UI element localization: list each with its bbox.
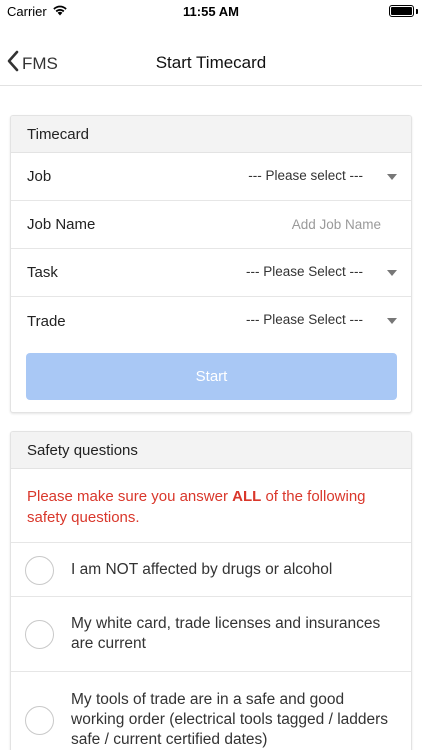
- safety-question-2[interactable]: My white card, trade licenses and insura…: [11, 597, 411, 672]
- job-select[interactable]: Job --- Please select ---: [11, 153, 411, 201]
- trade-label: Trade: [27, 312, 66, 330]
- timecard-header: Timecard: [11, 116, 411, 153]
- task-select[interactable]: Task --- Please Select ---: [11, 249, 411, 297]
- navigation-bar: FMS Start Timecard: [0, 40, 422, 86]
- safety-warning: Please make sure you answer ALL of the f…: [11, 469, 411, 543]
- status-bar: Carrier 11:55 AM: [0, 0, 422, 24]
- warning-text-bold: ALL: [232, 488, 262, 505]
- start-button[interactable]: Start: [26, 353, 397, 400]
- battery-tip: [416, 9, 418, 14]
- job-value: --- Please select ---: [248, 168, 363, 183]
- safety-question-1[interactable]: I am NOT affected by drugs or alcohol: [11, 543, 411, 597]
- caret-down-icon: [387, 270, 397, 276]
- trade-select[interactable]: Trade --- Please Select ---: [11, 297, 411, 345]
- safety-questions-card: Safety questions Please make sure you an…: [10, 431, 412, 750]
- caret-down-icon: [387, 318, 397, 324]
- safety-question-3[interactable]: My tools of trade are in a safe and good…: [11, 672, 411, 750]
- task-value: --- Please Select ---: [245, 264, 363, 279]
- warning-text-start: Please make sure you answer: [27, 488, 233, 505]
- safety-header: Safety questions: [11, 432, 411, 469]
- back-label: FMS: [22, 53, 58, 73]
- timecard-card: Timecard Job --- Please select --- Job N…: [10, 115, 412, 413]
- safety-question-text: I am NOT affected by drugs or alcohol: [71, 560, 333, 578]
- job-label: Job: [27, 168, 52, 185]
- chevron-left-icon: [6, 50, 22, 77]
- radio-button[interactable]: [25, 555, 54, 585]
- safety-question-text: My white card, trade licenses and insura…: [71, 615, 381, 652]
- job-name-label: Job Name: [27, 216, 96, 233]
- status-time: 11:55 AM: [183, 4, 239, 19]
- caret-down-icon: [387, 174, 397, 180]
- job-name-input[interactable]: [191, 212, 381, 236]
- radio-button[interactable]: [25, 706, 54, 735]
- task-label: Task: [27, 264, 58, 281]
- job-name-row: Job Name: [11, 201, 411, 249]
- trade-value: --- Please Select ---: [245, 312, 363, 327]
- start-button-wrap: Start: [11, 345, 411, 412]
- battery-full-icon: [389, 5, 414, 17]
- page-title: Start Timecard: [155, 53, 267, 72]
- back-button[interactable]: FMS: [6, 50, 58, 77]
- safety-question-text: My tools of trade are in a safe and good…: [71, 691, 389, 748]
- radio-button[interactable]: [25, 620, 54, 649]
